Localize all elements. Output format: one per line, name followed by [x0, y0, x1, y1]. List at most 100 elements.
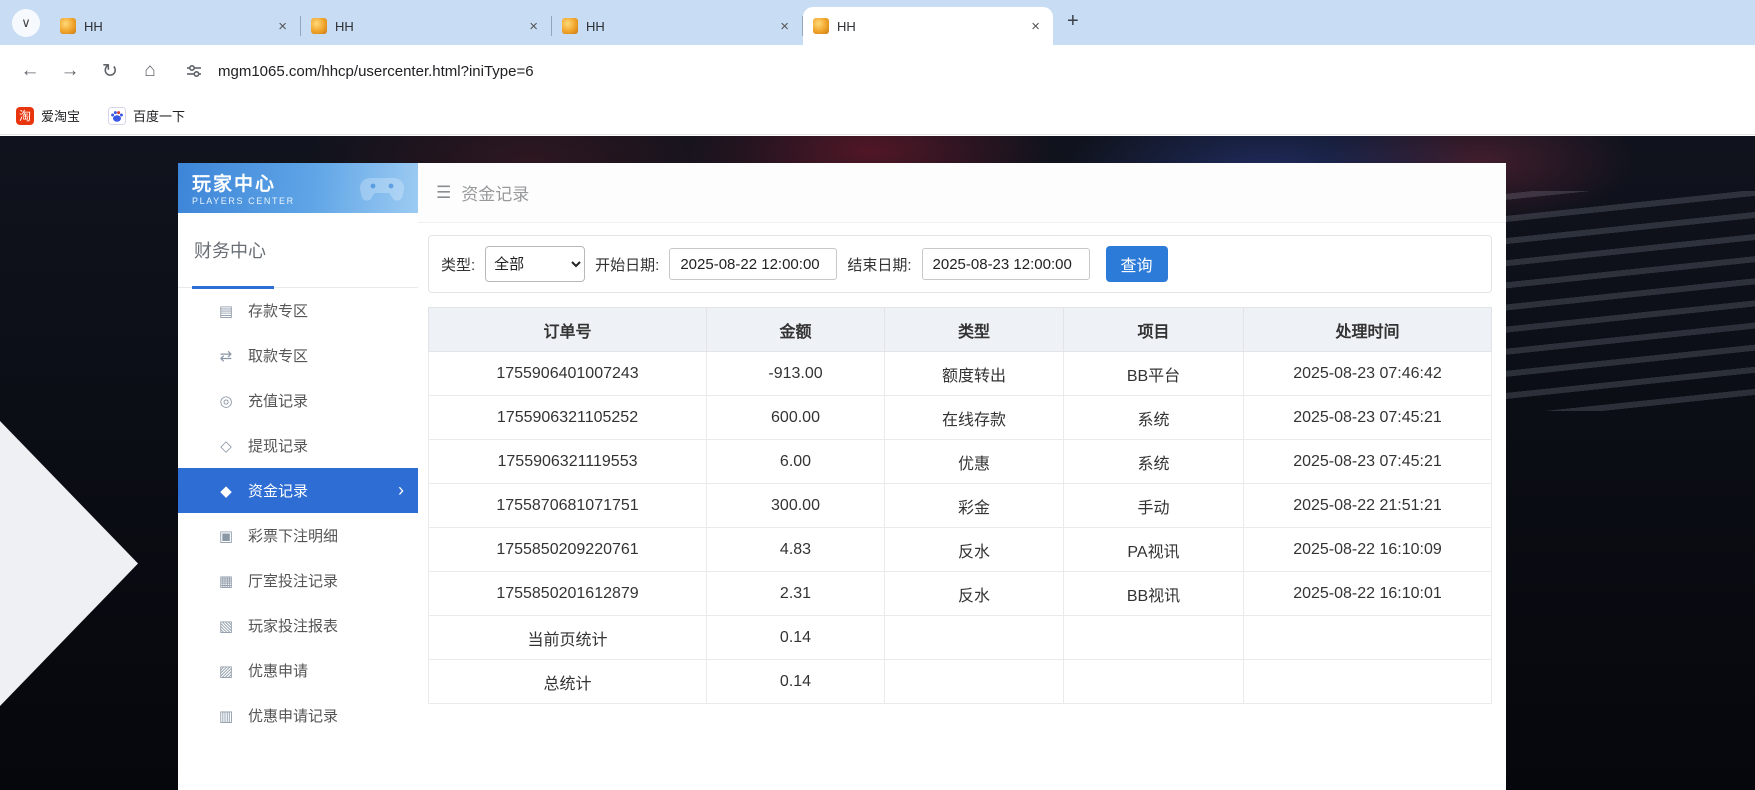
cell-empty: [885, 616, 1064, 660]
type-select[interactable]: 全部: [485, 246, 585, 282]
url-text[interactable]: mgm1065.com/hhcp/usercenter.html?iniType…: [218, 63, 534, 80]
cell-empty: [1064, 616, 1244, 660]
sidebar-item-label: 优惠申请记录: [248, 705, 338, 726]
cell-order-no: 1755906321119553: [429, 440, 707, 484]
tab-close-icon[interactable]: ×: [275, 18, 290, 35]
tab-close-icon[interactable]: ×: [777, 18, 792, 35]
bookmark-baidu[interactable]: 百度一下: [108, 106, 185, 125]
chevron-down-icon: ∨: [21, 15, 31, 31]
site-favicon: [311, 18, 327, 34]
table-header-row: 订单号 金额 类型 项目 处理时间: [429, 308, 1492, 352]
browser-tab[interactable]: HH ×: [50, 7, 300, 45]
cell-amount: 4.83: [707, 528, 885, 572]
home-icon: ⌂: [144, 60, 155, 82]
cell-time: 2025-08-22 16:10:01: [1244, 572, 1492, 616]
finance-center-section: 财务中心: [178, 213, 418, 288]
background-streaks: [1490, 191, 1755, 411]
cell-type: 反水: [885, 528, 1064, 572]
sidebar-item-player-bet-report[interactable]: ▧ 玩家投注报表: [178, 603, 418, 648]
cell-item: 手动: [1064, 484, 1244, 528]
col-header-time: 处理时间: [1244, 308, 1492, 352]
cell-empty: [1064, 660, 1244, 704]
browser-tab[interactable]: HH ×: [552, 7, 802, 45]
navigation-bar: ← → ↻ ⌂ mgm1065.com/hhcp/usercenter.html…: [0, 45, 1755, 97]
cashout-record-icon: ◇: [216, 437, 236, 455]
sidebar-item-promo-record[interactable]: ▥ 优惠申请记录: [178, 693, 418, 738]
start-date-label: 开始日期:: [595, 254, 659, 275]
player-bet-report-icon: ▧: [216, 617, 236, 635]
sidebar-item-funds-record[interactable]: ◆ 资金记录 ›: [178, 468, 418, 513]
site-settings-icon[interactable]: [180, 57, 208, 85]
cell-item: 系统: [1064, 396, 1244, 440]
cell-order-no: 1755906401007243: [429, 352, 707, 396]
reload-icon: ↻: [102, 60, 118, 83]
promo-record-icon: ▥: [216, 707, 236, 725]
address-bar[interactable]: mgm1065.com/hhcp/usercenter.html?iniType…: [180, 57, 534, 85]
cell-amount: 0.14: [707, 660, 885, 704]
sidebar-item-withdraw-zone[interactable]: ⇄ 取款专区: [178, 333, 418, 378]
col-header-type: 类型: [885, 308, 1064, 352]
site-favicon: [562, 18, 578, 34]
recharge-record-icon: ◎: [216, 392, 236, 410]
browser-window: ∨ HH × HH × HH × HH × + ←: [0, 0, 1755, 790]
baidu-paw-icon: [108, 107, 126, 125]
sidebar-item-label: 存款专区: [248, 300, 308, 321]
sidebar-item-promo-apply[interactable]: ▨ 优惠申请: [178, 648, 418, 693]
bookmark-taobao[interactable]: 淘 爱淘宝: [16, 106, 80, 125]
gamepad-icon: [358, 172, 406, 209]
end-date-input[interactable]: [922, 248, 1090, 280]
sidebar-header: 玩家中心 PLAYERS CENTER: [178, 163, 418, 213]
cell-item: PA视讯: [1064, 528, 1244, 572]
query-button[interactable]: 查询: [1106, 246, 1168, 282]
cell-time: 2025-08-22 16:10:09: [1244, 528, 1492, 572]
col-header-item: 项目: [1064, 308, 1244, 352]
tab-title: HH: [586, 19, 769, 34]
reload-button[interactable]: ↻: [92, 53, 128, 89]
tab-search-button[interactable]: ∨: [12, 9, 40, 37]
bookmarks-bar: 淘 爱淘宝 百度一下: [0, 97, 1755, 135]
cell-amount: 2.31: [707, 572, 885, 616]
browser-tab[interactable]: HH ×: [301, 7, 551, 45]
tab-close-icon[interactable]: ×: [526, 18, 541, 35]
cell-order-no: 1755906321105252: [429, 396, 707, 440]
type-label: 类型:: [441, 254, 475, 275]
back-icon: ←: [21, 60, 40, 82]
cell-amount: 600.00: [707, 396, 885, 440]
browser-tab-active[interactable]: HH ×: [803, 7, 1053, 45]
new-tab-button[interactable]: +: [1067, 10, 1079, 33]
table-row: 1755850201612879 2.31 反水 BB视讯 2025-08-22…: [429, 572, 1492, 616]
bookmark-label: 爱淘宝: [41, 106, 80, 125]
home-button[interactable]: ⌂: [132, 53, 168, 89]
lottery-detail-icon: ▣: [216, 527, 236, 545]
tab-title: HH: [335, 19, 518, 34]
forward-icon: →: [61, 60, 80, 82]
bookmark-label: 百度一下: [133, 106, 185, 125]
background-triangle: [0, 421, 138, 706]
tab-close-icon[interactable]: ×: [1028, 18, 1043, 35]
cell-item: BB平台: [1064, 352, 1244, 396]
cell-amount: 6.00: [707, 440, 885, 484]
sidebar-item-lottery-detail[interactable]: ▣ 彩票下注明细: [178, 513, 418, 558]
sidebar: 玩家中心 PLAYERS CENTER 财务中心 ▤: [178, 163, 418, 790]
sidebar-item-label: 玩家投注报表: [248, 615, 338, 636]
sidebar-item-recharge-record[interactable]: ◎ 充值记录: [178, 378, 418, 423]
sidebar-item-label: 提现记录: [248, 435, 308, 456]
cell-empty: [1244, 616, 1492, 660]
menu-icon: ☰: [436, 183, 451, 203]
section-title: 财务中心: [194, 241, 266, 261]
cell-item: 系统: [1064, 440, 1244, 484]
cell-type: 彩金: [885, 484, 1064, 528]
cell-order-no: 1755850209220761: [429, 528, 707, 572]
sidebar-item-label: 取款专区: [248, 345, 308, 366]
start-date-input[interactable]: [669, 248, 837, 280]
sidebar-item-deposit-zone[interactable]: ▤ 存款专区: [178, 288, 418, 333]
table-row: 1755850209220761 4.83 反水 PA视讯 2025-08-22…: [429, 528, 1492, 572]
taobao-icon: 淘: [16, 107, 34, 125]
sidebar-item-hall-bet-record[interactable]: ▦ 厅室投注记录: [178, 558, 418, 603]
cell-order-no: 1755850201612879: [429, 572, 707, 616]
sidebar-item-cashout-record[interactable]: ◇ 提现记录: [178, 423, 418, 468]
table-row-page-total: 当前页统计 0.14: [429, 616, 1492, 660]
cell-amount: 300.00: [707, 484, 885, 528]
back-button[interactable]: ←: [12, 53, 48, 89]
forward-button[interactable]: →: [52, 53, 88, 89]
